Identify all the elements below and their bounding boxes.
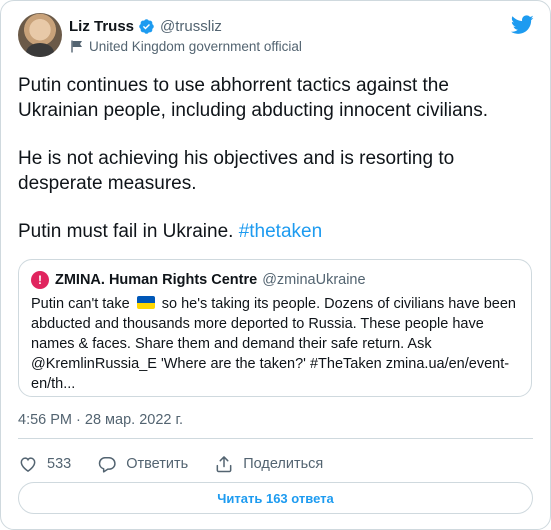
verified-badge-icon [139,18,154,34]
tweet-paragraph-3-text: Putin must fail in Ukraine. [18,221,239,242]
quoted-tweet-header: ! ZMINA. Human Rights Centre @zminaUkrai… [31,271,366,289]
twitter-bird-icon[interactable] [511,15,534,35]
like-button[interactable]: 533 [18,454,71,474]
share-upload-icon [216,456,232,473]
quoted-display-name[interactable]: ZMINA. Human Rights Centre [55,272,257,288]
tweet-text: Putin continues to use abhorrent tactics… [18,74,533,245]
ukraine-flag-emoji [136,296,155,309]
read-replies-button[interactable]: Читать 163 ответа [18,482,533,514]
tweet-timestamp[interactable]: 4:56 PM · 28 мар. 2022 г. [18,412,183,428]
author-avatar[interactable] [18,13,62,57]
government-label-text: United Kingdom government official [89,39,302,54]
reply-bubble-icon [98,457,116,473]
quoted-text-start: Putin can't take [31,296,130,312]
quoted-handle[interactable]: @zminaUkraine [262,272,365,288]
share-button[interactable]: Поделиться [214,454,323,474]
hashtag-link[interactable]: #thetaken [239,221,322,242]
government-label[interactable]: United Kingdom government official [71,39,302,54]
author-handle[interactable]: @trussliz [160,18,222,35]
heart-icon [20,457,36,472]
reply-button[interactable]: Ответить [97,454,188,474]
quoted-tweet-text: Putin can't take so he's taking its peop… [31,294,523,394]
tweet-paragraph-2: He is not achieving his objectives and i… [18,148,455,194]
share-label: Поделиться [243,456,324,472]
tweet-card: Liz Truss @trussliz United Kingdom gover… [0,0,551,530]
flag-icon [71,40,82,53]
author-name-row: Liz Truss @trussliz [69,16,222,36]
reply-label: Ответить [126,456,189,472]
tweet-paragraph-1: Putin continues to use abhorrent tactics… [18,75,489,121]
tweet-paragraph-3: Putin must fail in Ukraine. #thetaken [18,220,533,245]
quoted-tweet[interactable]: ! ZMINA. Human Rights Centre @zminaUkrai… [18,259,532,397]
quoted-avatar[interactable]: ! [31,271,49,289]
divider [18,438,533,439]
author-display-name[interactable]: Liz Truss [69,18,134,35]
like-count: 533 [47,456,72,472]
action-bar: 533 Ответить Поделиться [18,453,349,475]
